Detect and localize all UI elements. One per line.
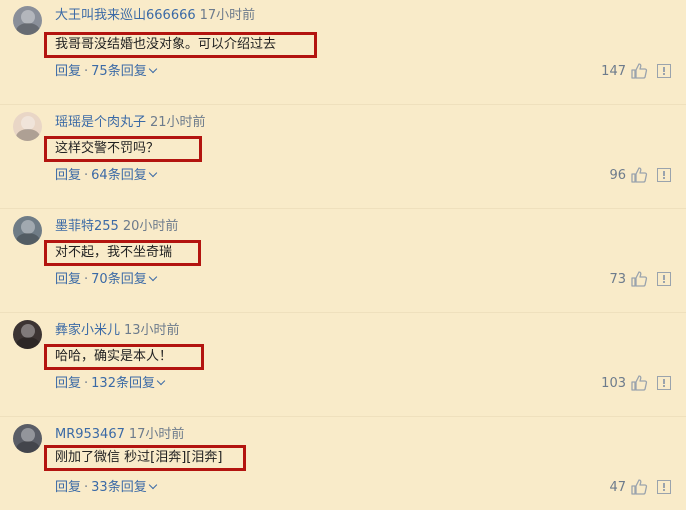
comment-item: 彝家小米儿 13小时前 哈哈，确实是本人！ 回复 · 132条回复 103 <box>0 312 686 417</box>
report-icon[interactable] <box>657 480 671 494</box>
username[interactable]: MR953467 <box>55 427 125 442</box>
reply-count[interactable]: 75条回复 <box>91 64 147 79</box>
separator: · <box>84 64 89 79</box>
comment-time: 17小时前 <box>199 8 256 23</box>
separator: · <box>84 168 89 183</box>
comment-time: 20小时前 <box>122 219 179 234</box>
like-count: 103 <box>601 376 626 391</box>
reply-count[interactable]: 70条回复 <box>91 272 147 287</box>
comment-item: 瑶瑶是个肉丸子 21小时前 这样交警不罚吗？ 回复 · 64条回复 96 <box>0 104 686 209</box>
reply-count[interactable]: 132条回复 <box>91 376 155 391</box>
username[interactable]: 大王叫我来巡山666666 <box>55 8 196 23</box>
comment-item: MR953467 17小时前 刚加了微信 秒过[泪奔][泪奔] 回复 · 33条回复 … <box>0 416 686 510</box>
reply-count[interactable]: 33条回复 <box>91 480 147 495</box>
reply-toggle[interactable]: 回复 · 64条回复 <box>55 167 157 185</box>
comment-text: 对不起，我不坐奇瑞 <box>44 240 201 266</box>
like-count: 73 <box>609 272 626 287</box>
avatar[interactable] <box>13 216 42 245</box>
report-icon[interactable] <box>657 64 671 78</box>
report-icon[interactable] <box>657 168 671 182</box>
thumbs-up-icon[interactable] <box>630 166 648 184</box>
comment-meta: 瑶瑶是个肉丸子 21小时前 <box>55 114 206 132</box>
avatar[interactable] <box>13 320 42 349</box>
reply-toggle[interactable]: 回复 · 70条回复 <box>55 271 157 289</box>
reply-label[interactable]: 回复 <box>55 376 81 391</box>
separator: · <box>84 480 89 495</box>
comment-text: 这样交警不罚吗？ <box>44 136 202 162</box>
chevron-down-icon <box>148 168 157 178</box>
comment-meta: 彝家小米儿 13小时前 <box>55 322 180 340</box>
comment-time: 21小时前 <box>150 115 206 130</box>
report-icon[interactable] <box>657 376 671 390</box>
reply-toggle[interactable]: 回复 · 132条回复 <box>55 375 166 393</box>
comment-meta: MR953467 17小时前 <box>55 426 184 444</box>
reply-label[interactable]: 回复 <box>55 480 81 495</box>
avatar[interactable] <box>13 112 42 141</box>
report-icon[interactable] <box>657 272 671 286</box>
reply-label[interactable]: 回复 <box>55 64 81 79</box>
comment-item: 墨菲特255 20小时前 对不起，我不坐奇瑞 回复 · 70条回复 73 <box>0 208 686 313</box>
avatar[interactable] <box>13 424 42 453</box>
username[interactable]: 墨菲特255 <box>55 219 119 234</box>
reply-label[interactable]: 回复 <box>55 272 81 287</box>
thumbs-up-icon[interactable] <box>630 374 648 392</box>
comment-time: 13小时前 <box>124 323 180 338</box>
like-count: 96 <box>609 168 626 183</box>
separator: · <box>84 272 89 287</box>
chevron-down-icon <box>156 376 166 386</box>
chevron-down-icon <box>148 480 157 490</box>
comment-meta: 墨菲特255 20小时前 <box>55 218 178 236</box>
comment-text: 哈哈，确实是本人！ <box>44 344 204 370</box>
reply-count[interactable]: 64条回复 <box>91 168 147 183</box>
thumbs-up-icon[interactable] <box>630 478 648 496</box>
username[interactable]: 彝家小米儿 <box>55 323 120 338</box>
reply-toggle[interactable]: 回复 · 75条回复 <box>55 63 157 81</box>
username[interactable]: 瑶瑶是个肉丸子 <box>55 115 146 130</box>
thumbs-up-icon[interactable] <box>630 62 648 80</box>
thumbs-up-icon[interactable] <box>630 270 648 288</box>
chevron-down-icon <box>148 64 157 74</box>
avatar[interactable] <box>13 6 42 35</box>
comment-text: 刚加了微信 秒过[泪奔][泪奔] <box>44 445 246 471</box>
separator: · <box>84 376 89 391</box>
comment-text: 我哥哥没结婚也没对象。可以介绍过去 <box>44 32 317 58</box>
reply-label[interactable]: 回复 <box>55 168 81 183</box>
like-count: 147 <box>601 64 626 79</box>
comment-meta: 大王叫我来巡山666666 17小时前 <box>55 7 255 25</box>
reply-toggle[interactable]: 回复 · 33条回复 <box>55 479 157 497</box>
comment-item: 大王叫我来巡山666666 17小时前 我哥哥没结婚也没对象。可以介绍过去 回复 ·… <box>0 0 686 105</box>
like-count: 47 <box>609 480 626 495</box>
chevron-down-icon <box>148 272 157 282</box>
comment-time: 17小时前 <box>128 427 185 442</box>
